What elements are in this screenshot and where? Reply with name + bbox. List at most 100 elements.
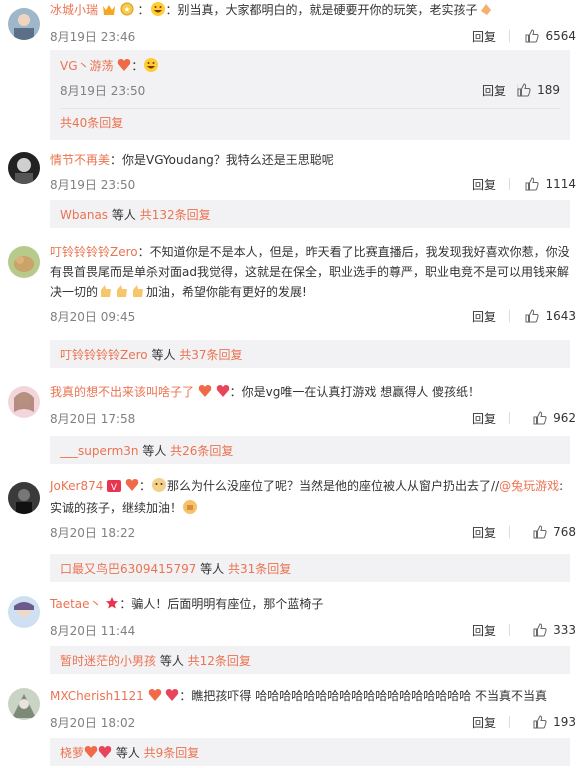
fist-emoji-icon — [182, 499, 198, 515]
like-count: 333 — [553, 623, 576, 637]
reply-box: 口最又鸟巴6309415797 等人 共31条回复 — [50, 554, 570, 582]
verified-v-badge-icon: V — [107, 478, 122, 498]
like-count: 6564 — [545, 29, 576, 43]
reply-button[interactable]: 回复 — [472, 410, 496, 427]
heart-icon — [165, 688, 179, 708]
avatar[interactable] — [8, 482, 40, 514]
comment-text: ：你是vg唯一在认真打游戏 想赢得人 傻孩纸！ — [229, 385, 481, 399]
more-replies-link[interactable]: 共40条回复 — [60, 114, 123, 131]
thumb-up-icon — [517, 83, 531, 97]
comment-time: 8月19日 23:50 — [50, 178, 136, 192]
thumb-up-icon — [525, 29, 540, 43]
avatar[interactable] — [8, 596, 40, 628]
red-star-icon — [105, 596, 119, 616]
reply-time: 8月19日 23:50 — [60, 84, 146, 98]
username[interactable]: VG丶游荡 — [60, 59, 114, 73]
reply-box: Wbanas 等人 共132条回复 — [50, 200, 570, 228]
thumb-up-icon — [525, 309, 540, 323]
heart-icon — [216, 384, 230, 404]
username[interactable]: Taetae丶 — [50, 597, 102, 611]
like-count: 1643 — [545, 309, 576, 323]
username[interactable]: MXCherish1121 — [50, 689, 144, 703]
like-button[interactable]: 962 — [533, 408, 576, 428]
like-count: 1114 — [545, 177, 576, 191]
comment-item: 冰城小瑞 ★ ：：别当真，大家都明白的，就是硬要开你的玩笑，老实孩子 8月19日… — [0, 0, 586, 148]
comment-item: Taetae丶 ：骗人！后面明明有座位，那个蓝椅子 8月20日 11:44 回复… — [0, 590, 586, 678]
reply-button[interactable]: 回复 — [472, 28, 496, 45]
laughing-emoji-icon — [150, 1, 166, 17]
more-replies-link[interactable]: 桡萝 等人 共9条回复 — [60, 744, 199, 762]
comment-text-tail: 加油，希望你能有更好的发展! — [146, 285, 307, 299]
vip-badge-icon[interactable] — [102, 2, 116, 22]
username[interactable]: JoKer874 — [50, 479, 103, 493]
comment-text: ：别当真，大家都明白的，就是硬要开你的玩笑，老实孩子 — [165, 3, 478, 17]
more-replies-link[interactable]: 叮铃铃铃铃Zero 等人 共37条回复 — [60, 346, 243, 363]
more-replies-link[interactable]: 口最又鸟巴6309415797 等人 共31条回复 — [60, 560, 291, 577]
comment-time: 8月20日 09:45 — [50, 310, 136, 324]
like-button[interactable]: 768 — [533, 522, 576, 542]
thumb-up-icon — [533, 525, 547, 539]
medal-icon[interactable]: ★ — [120, 2, 134, 22]
comment-item: 情节不再美：你是VGYoudang？我特么还是王思聪呢 8月19日 23:50 … — [0, 148, 586, 230]
reply-button[interactable]: 回复 — [472, 308, 496, 325]
more-replies-link[interactable]: Wbanas 等人 共132条回复 — [60, 206, 211, 223]
comment-text: ：瞧把孩吓得 哈哈哈哈哈哈哈哈哈哈哈哈哈哈哈哈哈哈 不当真不当真 — [179, 689, 548, 703]
avatar[interactable] — [8, 152, 40, 184]
heart-icon — [98, 745, 112, 762]
username[interactable]: 我真的想不出来该叫啥子了 — [50, 385, 194, 399]
username[interactable]: 叮铃铃铃铃Zero — [50, 245, 138, 259]
reply-box: 暂时迷茫的小男孩 等人 共12条回复 — [50, 646, 570, 674]
comment-text-line2: 实诚的孩子，继续加油！ — [50, 501, 183, 515]
thumb-up-icon — [533, 623, 547, 637]
comment-time: 8月20日 18:22 — [50, 526, 136, 540]
doge-emoji-icon — [151, 477, 167, 493]
reply-button[interactable]: 回复 — [472, 524, 496, 541]
username[interactable]: 情节不再美 — [50, 153, 110, 167]
more-replies-link[interactable]: ___superm3n 等人 共26条回复 — [60, 442, 233, 459]
mention-link[interactable]: @兔玩游戏 — [499, 479, 559, 493]
reply-button[interactable]: 回复 — [472, 622, 496, 639]
avatar[interactable] — [8, 386, 40, 418]
comment-item: MXCherish1121 ：瞧把孩吓得 哈哈哈哈哈哈哈哈哈哈哈哈哈哈哈哈哈哈 … — [0, 682, 586, 768]
like-count: 962 — [553, 411, 576, 425]
comment-time: 8月20日 11:44 — [50, 624, 136, 638]
username[interactable]: 冰城小瑞 — [50, 3, 98, 17]
reply-box: 叮铃铃铃铃Zero 等人 共37条回复 — [50, 340, 570, 368]
like-count: 189 — [537, 83, 560, 97]
like-button[interactable]: 333 — [533, 620, 576, 640]
fan-badge-icon — [117, 58, 131, 78]
like-button[interactable]: 1643 — [525, 306, 576, 326]
thumbs-up-emoji-icon — [114, 283, 130, 299]
thumb-up-icon — [533, 715, 547, 729]
comment-item: JoKer874 V ：那么为什么没座位了呢？当然是他的座位被人从窗户扔出去了/… — [0, 474, 586, 586]
reply-button[interactable]: 回复 — [482, 82, 506, 99]
avatar[interactable] — [8, 246, 40, 278]
fan-badge-icon — [148, 688, 162, 708]
like-button[interactable]: 189 — [517, 80, 560, 100]
comment-time: 8月20日 17:58 — [50, 412, 136, 426]
comment-time: 8月19日 23:46 — [50, 30, 136, 44]
thumb-up-icon — [533, 411, 547, 425]
more-replies-link[interactable]: 暂时迷茫的小男孩 等人 共12条回复 — [60, 652, 251, 669]
avatar[interactable] — [8, 8, 40, 40]
reply-box: VG丶游荡 ： 8月19日 23:50 回复 189 共40条回复 — [50, 50, 570, 140]
svg-text:V: V — [111, 483, 118, 492]
reply-button[interactable]: 回复 — [472, 714, 496, 731]
comment-item: 我真的想不出来该叫啥子了 ：你是vg唯一在认真打游戏 想赢得人 傻孩纸！ 8月2… — [0, 380, 586, 470]
fan-badge-icon — [84, 745, 98, 762]
comment-text: 那么为什么没座位了呢？当然是他的座位被人从窗户扔出去了// — [167, 479, 500, 493]
fan-badge-icon — [125, 478, 139, 498]
like-count: 768 — [553, 525, 576, 539]
like-button[interactable]: 6564 — [525, 26, 576, 46]
laughing-emoji-icon — [143, 57, 159, 73]
avatar[interactable] — [8, 688, 40, 720]
comment-time: 8月20日 18:02 — [50, 716, 136, 730]
fist-bump-emoji-icon — [478, 1, 494, 17]
reply-box: ___superm3n 等人 共26条回复 — [50, 436, 570, 464]
comment-item: 叮铃铃铃铃Zero：不知道你是不是本人，但是，昨天看了比赛直播后，我发现我好喜欢… — [0, 238, 586, 374]
thumbs-up-emoji-icon — [130, 283, 146, 299]
like-button[interactable]: 193 — [533, 712, 576, 732]
reply-button[interactable]: 回复 — [472, 176, 496, 193]
thumbs-up-emoji-icon — [98, 283, 114, 299]
like-button[interactable]: 1114 — [525, 174, 576, 194]
